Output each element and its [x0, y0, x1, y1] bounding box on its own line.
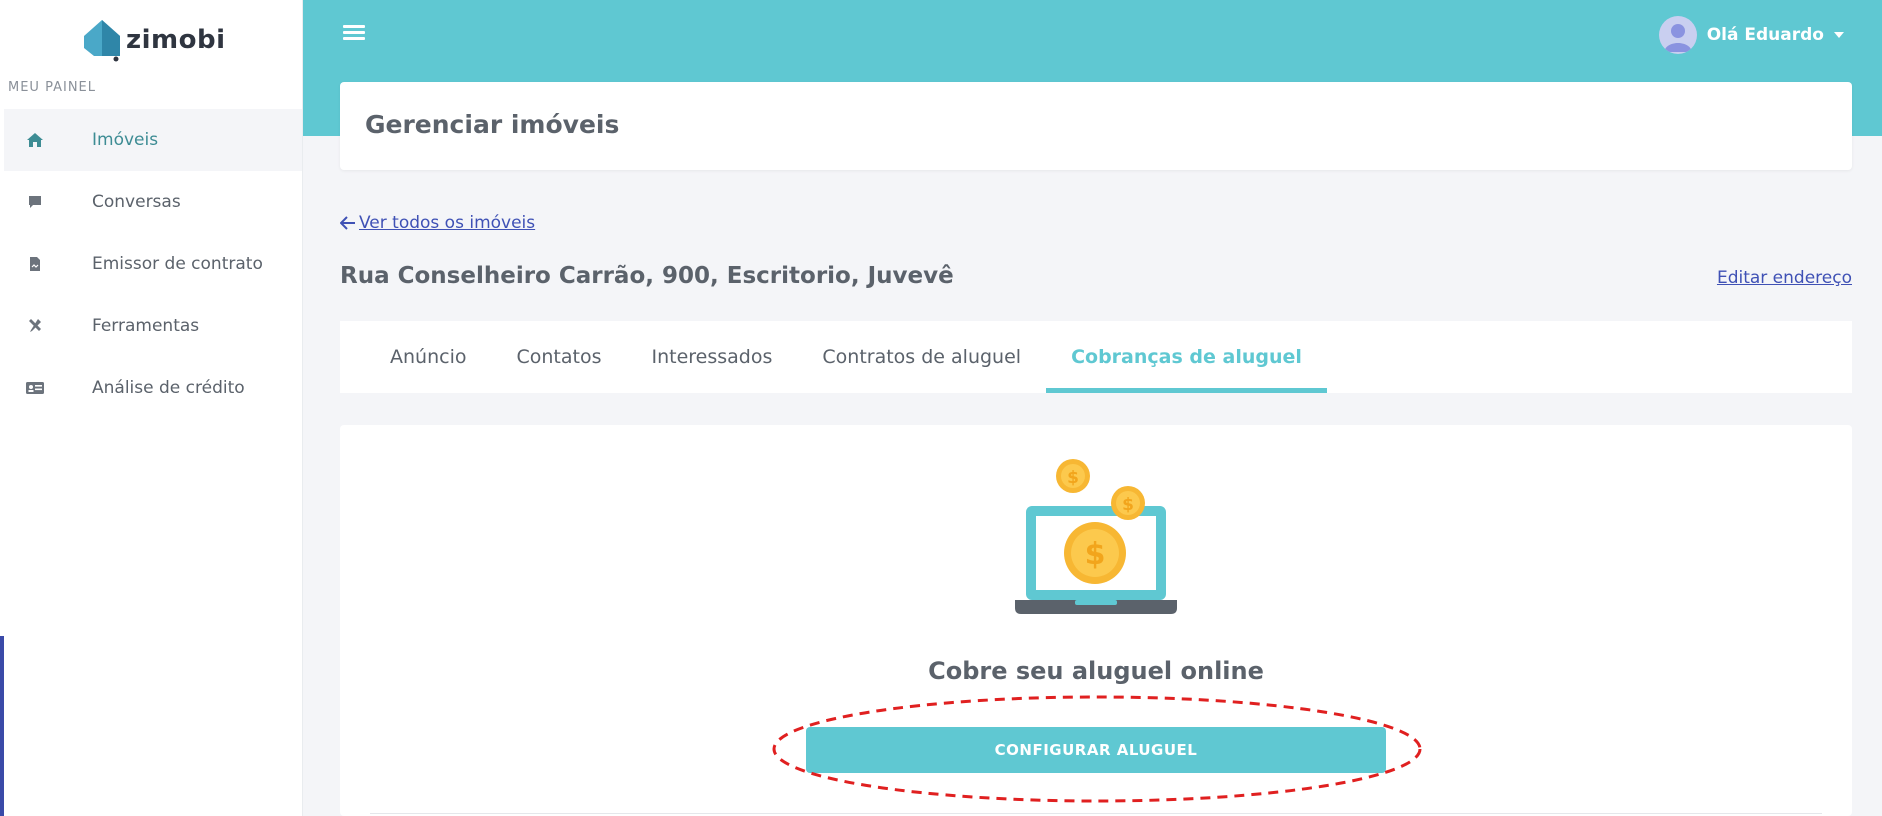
user-greeting: Olá Eduardo: [1706, 25, 1824, 45]
svg-text:$: $: [1122, 495, 1134, 515]
tab-anuncio[interactable]: Anúncio: [365, 321, 491, 393]
sidebar-nav: Imóveis Conversas Emissor de contrato Fe…: [4, 109, 302, 419]
sidebar-item-label: Emissor de contrato: [92, 254, 263, 274]
page-title-card: Gerenciar imóveis: [340, 82, 1852, 170]
back-to-all-properties-link[interactable]: Ver todos os imóveis: [340, 213, 535, 233]
tab-contratos-de-aluguel[interactable]: Contratos de aluguel: [797, 321, 1046, 393]
home-icon: [24, 129, 46, 151]
divider: [370, 813, 1822, 814]
sidebar: zimobi MEU PAINEL Imóveis Conversas Emis…: [0, 0, 303, 816]
property-address: Rua Conselheiro Carrão, 900, Escritorio,…: [340, 263, 954, 289]
tools-icon: [24, 315, 46, 337]
laptop-coins-illustration: $ $ $: [1015, 459, 1177, 614]
avatar: [1658, 16, 1697, 54]
rent-billing-card: $ $ $ Cobre seu aluguel online CONFIGURA…: [340, 425, 1852, 816]
arrow-left-icon: [340, 216, 355, 230]
id-card-icon: [24, 377, 46, 399]
sidebar-item-emissor-de-contrato[interactable]: Emissor de contrato: [4, 233, 302, 295]
file-contract-icon: [24, 253, 46, 275]
logo[interactable]: zimobi: [82, 18, 226, 62]
sidebar-item-label: Imóveis: [92, 130, 159, 150]
back-link-label: Ver todos os imóveis: [359, 213, 536, 233]
page-title: Gerenciar imóveis: [365, 110, 620, 139]
chat-icon: [24, 191, 46, 213]
hamburger-icon[interactable]: [340, 22, 368, 46]
tab-contatos[interactable]: Contatos: [491, 321, 626, 393]
sidebar-item-analise-de-credito[interactable]: Análise de crédito: [4, 357, 302, 419]
sidebar-item-label: Ferramentas: [92, 316, 200, 336]
chevron-down-icon: [1834, 32, 1844, 38]
user-menu[interactable]: Olá Eduardo: [1658, 16, 1844, 54]
rent-online-title: Cobre seu aluguel online: [928, 657, 1264, 685]
property-tabs: Anúncio Contatos Interessados Contratos …: [340, 321, 1852, 393]
svg-text:$: $: [1085, 537, 1106, 572]
sidebar-section-label: MEU PAINEL: [8, 80, 96, 95]
tab-cobrancas-de-aluguel[interactable]: Cobranças de aluguel: [1046, 321, 1327, 393]
sidebar-item-ferramentas[interactable]: Ferramentas: [4, 295, 302, 357]
sidebar-item-conversas[interactable]: Conversas: [4, 171, 302, 233]
logo-house-icon: [84, 20, 120, 62]
svg-text:$: $: [1067, 468, 1079, 488]
sidebar-item-label: Conversas: [92, 192, 181, 212]
configure-rent-button[interactable]: CONFIGURAR ALUGUEL: [806, 727, 1386, 773]
tab-interessados[interactable]: Interessados: [626, 321, 797, 393]
left-edge-strip: [0, 636, 4, 816]
sidebar-item-label: Análise de crédito: [92, 378, 245, 398]
logo-text: zimobi: [126, 25, 226, 55]
sidebar-item-imoveis[interactable]: Imóveis: [4, 109, 302, 171]
edit-address-link[interactable]: Editar endereço: [1717, 268, 1852, 288]
